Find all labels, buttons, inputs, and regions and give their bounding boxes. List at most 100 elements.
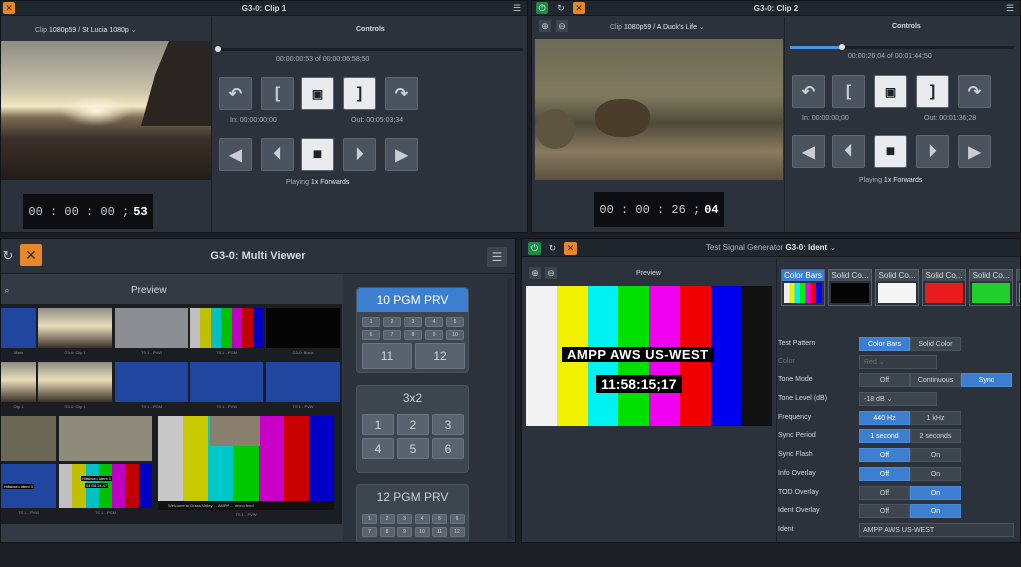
clip2-scrubber[interactable] — [790, 44, 1014, 50]
mark-in-button[interactable]: [ — [832, 75, 865, 108]
play-selection-button[interactable]: ▣ — [874, 75, 907, 108]
power-icon[interactable]: ⏻ — [528, 242, 541, 255]
redo-button[interactable]: ↷ — [958, 75, 991, 108]
zoom-in-icon[interactable]: ⊕ — [529, 267, 541, 279]
fast-forward-button[interactable]: ▶ — [385, 138, 418, 171]
setting-option-button[interactable]: Off — [859, 373, 910, 387]
pattern-swatch[interactable]: Solid Co... — [828, 269, 872, 306]
rewind-button[interactable]: ◀ — [792, 135, 825, 168]
layout-key-button[interactable]: 12 — [415, 343, 465, 369]
setting-dropdown[interactable]: -18 dB ⌄ — [859, 392, 937, 406]
layout-key-button[interactable]: 7 — [362, 527, 377, 537]
pattern-swatch[interactable]: Solid Co... — [969, 269, 1013, 306]
tsg-title[interactable]: G3-0: Ident — [785, 243, 827, 252]
mv-tile — [1, 362, 36, 402]
redo-button[interactable]: ↷ — [385, 77, 418, 110]
setting-option-button[interactable]: 440 Hz — [859, 411, 910, 425]
pattern-swatch[interactable]: Solid Co... — [875, 269, 919, 306]
layout-key-button[interactable]: 2 — [397, 414, 429, 435]
layout-key-button[interactable]: 10 — [446, 330, 464, 340]
ident-text-input[interactable]: AMPP AWS US-WEST — [859, 523, 1014, 537]
layout-key-button[interactable]: 4 — [425, 317, 443, 327]
setting-option-button[interactable]: Off — [859, 448, 910, 462]
layout-key-button[interactable]: 3 — [432, 414, 464, 435]
setting-option-button[interactable]: On — [910, 448, 961, 462]
clip1-scrubber[interactable] — [215, 46, 523, 52]
pattern-swatch[interactable]: Color Bars — [781, 269, 825, 306]
pattern-swatch[interactable]: Solid Co... — [922, 269, 966, 306]
setting-option-button[interactable]: 1 second — [859, 429, 910, 443]
setting-option-button[interactable]: Solid Color — [910, 337, 961, 351]
layout-key-button[interactable]: 5 — [397, 438, 429, 459]
refresh-icon[interactable]: ↻ — [555, 2, 567, 14]
play-selection-button[interactable]: ▣ — [301, 77, 334, 110]
mark-out-button[interactable]: ] — [916, 75, 949, 108]
layout-key-button[interactable]: 3 — [397, 514, 412, 524]
mark-out-button[interactable]: ] — [343, 77, 376, 110]
setting-option-button[interactable]: Off — [859, 467, 910, 481]
zoom-in-icon[interactable]: ⊕ — [539, 20, 551, 32]
layout-key-button[interactable]: 8 — [404, 330, 422, 340]
clip1-clip-selector[interactable]: Clip 1080p59 / St Lucia 1080p ⌄ — [35, 26, 137, 34]
power-icon[interactable]: ⏻ — [536, 2, 548, 14]
fast-forward-button[interactable]: ▶ — [958, 135, 991, 168]
setting-option-button[interactable]: 1 kHz — [910, 411, 961, 425]
layout-key-button[interactable]: 6 — [362, 330, 380, 340]
setting-option-button[interactable]: Sync — [961, 373, 1012, 387]
layout-key-button[interactable]: 4 — [362, 438, 394, 459]
setting-option-button[interactable]: Off — [859, 486, 910, 500]
menu-icon[interactable]: ☰ — [511, 2, 523, 14]
layout-key-button[interactable]: 7 — [383, 330, 401, 340]
zoom-icon[interactable]: ⌕ — [1, 284, 13, 296]
setting-option-button[interactable]: On — [910, 486, 961, 500]
zoom-out-icon[interactable]: ⊖ — [545, 267, 557, 279]
layout-key-button[interactable]: 2 — [379, 514, 395, 524]
layout-key-button[interactable]: 1 — [362, 317, 380, 327]
zoom-out-icon[interactable]: ⊖ — [556, 20, 568, 32]
scrubber-knob[interactable] — [215, 46, 221, 52]
layout-key-button[interactable]: 9 — [397, 527, 412, 537]
setting-option-button[interactable]: Continuous — [910, 373, 961, 387]
layout-key-button[interactable]: 11 — [362, 343, 412, 369]
undo-button[interactable]: ↶ — [219, 77, 252, 110]
tools-icon[interactable]: ✕ — [564, 242, 577, 255]
setting-option-button[interactable]: On — [910, 504, 961, 518]
layout-key-button[interactable]: 6 — [432, 438, 464, 459]
setting-option-button[interactable]: On — [910, 467, 961, 481]
layout-key-button[interactable]: 5 — [432, 514, 447, 524]
layout-key-button[interactable]: 9 — [425, 330, 443, 340]
pattern-swatch[interactable]: Solid Co... — [1016, 269, 1020, 306]
setting-option-button[interactable]: 2 seconds — [910, 429, 961, 443]
menu-icon[interactable]: ☰ — [487, 247, 507, 267]
layout-key-button[interactable]: 4 — [414, 514, 430, 524]
step-forward-button[interactable]: ⏵ — [343, 138, 376, 171]
multiviewer-scrollbar[interactable] — [507, 279, 512, 539]
undo-button[interactable]: ↶ — [792, 75, 825, 108]
stop-button[interactable]: ■ — [301, 138, 334, 171]
mv-tile-label: G3-0: Black — [292, 350, 314, 355]
layout-key-button[interactable]: 1 — [362, 514, 377, 524]
tools-icon[interactable]: ✕ — [573, 2, 585, 14]
rewind-button[interactable]: ◀ — [219, 138, 252, 171]
step-back-button[interactable]: ⏴ — [832, 135, 865, 168]
menu-icon[interactable]: ☰ — [1004, 2, 1016, 14]
layout-key-button[interactable]: 3 — [404, 317, 422, 327]
step-back-button[interactable]: ⏴ — [261, 138, 294, 171]
layout-key-button[interactable]: 8 — [379, 527, 395, 537]
stop-button[interactable]: ■ — [874, 135, 907, 168]
clip2-clip-selector[interactable]: Clip 1080p59 / A Duck's Life ⌄ — [610, 23, 705, 31]
layout-key-button[interactable]: 11 — [432, 527, 447, 537]
layout-key-button[interactable]: 5 — [446, 317, 464, 327]
setting-option-button[interactable]: Color Bars — [859, 337, 910, 351]
mark-in-button[interactable]: [ — [261, 77, 294, 110]
refresh-icon[interactable]: ↻ — [546, 242, 559, 255]
layout-key-button[interactable]: 6 — [449, 514, 465, 524]
setting-option-button[interactable]: Off — [859, 504, 910, 518]
step-forward-button[interactable]: ⏵ — [916, 135, 949, 168]
tools-icon[interactable]: ✕ — [3, 2, 15, 14]
layout-key-button[interactable]: 12 — [449, 527, 465, 537]
layout-key-button[interactable]: 1 — [362, 414, 394, 435]
layout-key-button[interactable]: 10 — [414, 527, 430, 537]
scrubber-knob[interactable] — [839, 44, 845, 50]
layout-key-button[interactable]: 2 — [383, 317, 401, 327]
